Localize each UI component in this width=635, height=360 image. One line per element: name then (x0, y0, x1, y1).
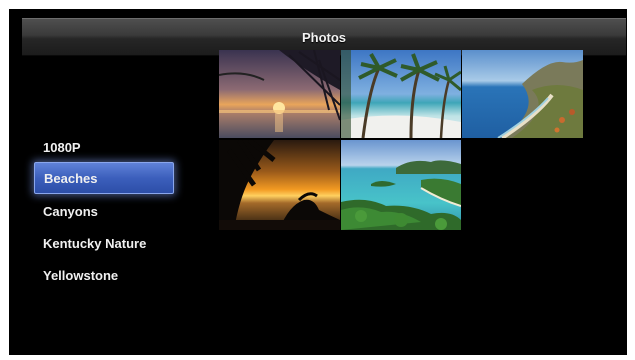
menu-item-kentucky-nature[interactable]: Kentucky Nature (34, 227, 174, 259)
menu-item-yellowstone[interactable]: Yellowstone (34, 259, 174, 291)
menu-item-beaches[interactable]: Beaches (34, 162, 174, 194)
menu-item-1080p[interactable]: 1080P (34, 131, 174, 163)
menu-item-canyons[interactable]: Canyons (34, 195, 174, 227)
tv-screen: Photos 1080P Beaches Canyons Kentucky Na… (9, 9, 627, 355)
photo-thumbnail-coastline[interactable] (462, 50, 583, 138)
photo-thumbnail-tropical-bay[interactable] (341, 140, 461, 230)
photo-thumbnail-silhouette-sunset[interactable] (219, 140, 340, 230)
photo-thumbnail-sunset-grass[interactable] (219, 50, 340, 138)
photo-thumbnail-palm-beach[interactable] (341, 50, 461, 138)
